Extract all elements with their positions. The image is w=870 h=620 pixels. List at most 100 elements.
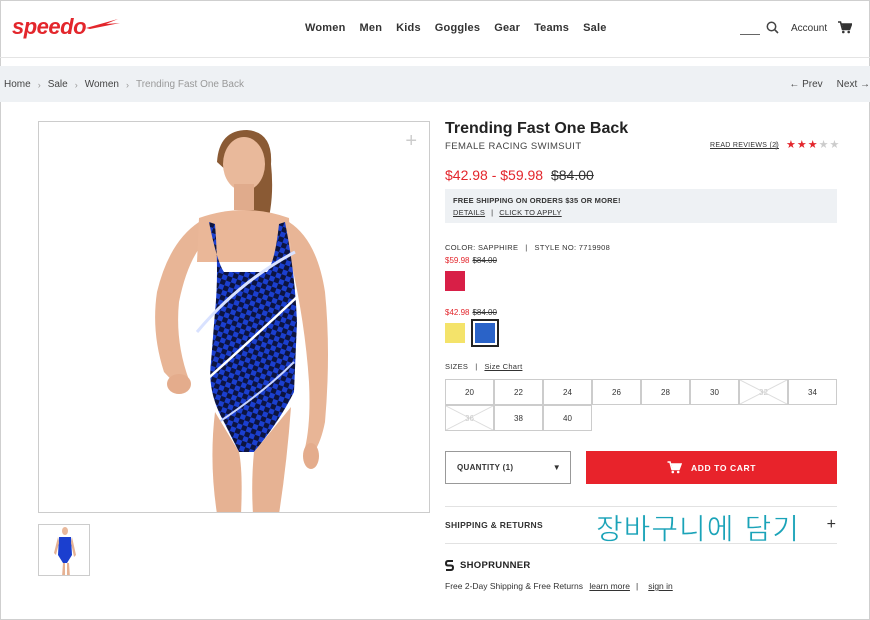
size-label: 28 bbox=[661, 387, 670, 397]
size-option-30[interactable]: 30 bbox=[690, 379, 739, 405]
size-option-32: 32 bbox=[739, 379, 788, 405]
account-link[interactable]: Account bbox=[791, 23, 827, 34]
speedo-logo[interactable]: speedo bbox=[12, 14, 87, 40]
swatch-yellow[interactable] bbox=[445, 323, 465, 343]
star-icon: ★ bbox=[796, 139, 808, 151]
chevron-right-icon: › bbox=[74, 79, 78, 90]
size-label: 20 bbox=[465, 387, 474, 397]
nav-item-kids[interactable]: Kids bbox=[396, 22, 421, 34]
site-header: speedo Women Men Kids Goggles Gear Teams… bbox=[0, 0, 870, 58]
chevron-right-icon: › bbox=[37, 79, 41, 90]
breadcrumb-home[interactable]: Home bbox=[4, 79, 31, 90]
arrow-right-icon: → bbox=[860, 79, 870, 90]
prev-link[interactable]: ← Prev bbox=[789, 79, 822, 90]
arrow-left-icon: ← bbox=[789, 79, 800, 90]
nav-item-goggles[interactable]: Goggles bbox=[435, 22, 480, 34]
sign-in-link[interactable]: sign in bbox=[648, 581, 673, 591]
add-to-cart-label: ADD TO CART bbox=[691, 462, 756, 473]
size-label: 24 bbox=[563, 387, 572, 397]
group-sale-price: $42.98 bbox=[445, 308, 470, 317]
shipping-banner-title: FREE SHIPPING ON ORDERS $35 OR MORE! bbox=[453, 196, 621, 205]
nav-item-women[interactable]: Women bbox=[305, 22, 346, 34]
size-label: 32 bbox=[759, 387, 768, 397]
size-option-22[interactable]: 22 bbox=[494, 379, 543, 405]
size-label: 30 bbox=[710, 387, 719, 397]
divider: | bbox=[775, 140, 778, 150]
main-nav: Women Men Kids Goggles Gear Teams Sale bbox=[305, 22, 607, 34]
nav-item-gear[interactable]: Gear bbox=[494, 22, 520, 34]
price-group-2: $42.98 $84.00 bbox=[445, 308, 497, 317]
product-title: Trending Fast One Back bbox=[445, 120, 629, 137]
add-to-cart-button[interactable]: ADD TO CART bbox=[586, 451, 837, 484]
learn-more-link[interactable]: learn more bbox=[589, 581, 630, 591]
prev-label: Prev bbox=[802, 79, 823, 90]
zoom-plus-icon[interactable]: + bbox=[405, 130, 417, 153]
search-input[interactable] bbox=[740, 34, 760, 35]
group-original-price: $84.00 bbox=[472, 256, 497, 265]
sizes-header: SIZES | Size Chart bbox=[445, 362, 523, 371]
shipping-returns-label: SHIPPING & RETURNS bbox=[445, 520, 543, 530]
star-empty-icon: ★ bbox=[829, 139, 841, 151]
sizes-label: SIZES bbox=[445, 362, 469, 371]
size-option-28[interactable]: 28 bbox=[641, 379, 690, 405]
nav-item-sale[interactable]: Sale bbox=[583, 22, 606, 34]
style-number: STYLE NO: 7719908 bbox=[534, 243, 611, 252]
cart-icon[interactable] bbox=[838, 21, 852, 34]
swatch-sapphire[interactable] bbox=[471, 319, 499, 347]
size-label: 38 bbox=[514, 413, 523, 423]
size-option-24[interactable]: 24 bbox=[543, 379, 592, 405]
size-option-26[interactable]: 26 bbox=[592, 379, 641, 405]
cart-icon bbox=[667, 461, 682, 474]
star-icon: ★ bbox=[786, 139, 797, 151]
size-label: 36 bbox=[465, 413, 474, 423]
shoprunner-logo: SHOPRUNNER bbox=[445, 560, 531, 571]
shoprunner-text: Free 2-Day Shipping & Free Returns bbox=[445, 581, 583, 591]
group-original-price: $84.00 bbox=[472, 308, 497, 317]
size-label: 26 bbox=[612, 387, 621, 397]
size-chart-link[interactable]: Size Chart bbox=[484, 362, 522, 371]
breadcrumb-current: Trending Fast One Back bbox=[135, 79, 244, 90]
price: $42.98 - $59.98 $84.00 bbox=[445, 167, 594, 183]
breadcrumb-sale[interactable]: Sale bbox=[48, 79, 68, 90]
free-shipping-banner: FREE SHIPPING ON ORDERS $35 OR MORE! DET… bbox=[445, 189, 837, 223]
swatch-red[interactable] bbox=[445, 271, 465, 291]
breadcrumb-bar: Home › Sale › Women › Trending Fast One … bbox=[0, 66, 870, 102]
original-price: $84.00 bbox=[550, 167, 594, 183]
swimsuit-model-image bbox=[155, 130, 328, 512]
expand-plus-icon[interactable]: + bbox=[827, 516, 836, 534]
size-option-34[interactable]: 34 bbox=[788, 379, 837, 405]
size-option-40[interactable]: 40 bbox=[543, 405, 592, 431]
nav-item-men[interactable]: Men bbox=[360, 22, 383, 34]
shoprunner-icon bbox=[445, 560, 454, 571]
breadcrumb-women[interactable]: Women bbox=[85, 79, 119, 90]
size-option-36: 36 bbox=[445, 405, 494, 431]
breadcrumb: Home › Sale › Women › Trending Fast One … bbox=[4, 79, 244, 90]
size-label: 40 bbox=[563, 413, 572, 423]
next-link[interactable]: Next → bbox=[837, 79, 870, 90]
rating-stars[interactable]: ★★★★★ bbox=[786, 138, 840, 151]
size-label: 22 bbox=[514, 387, 523, 397]
shoprunner-label: SHOPRUNNER bbox=[460, 560, 531, 571]
details-link[interactable]: DETAILS bbox=[453, 208, 485, 217]
overlay-caption: 장바구니에 담기 bbox=[596, 512, 800, 547]
product-main-image[interactable]: + bbox=[38, 121, 430, 513]
next-label: Next bbox=[836, 79, 858, 90]
group-sale-price: $59.98 bbox=[445, 256, 470, 265]
star-icon: ★ bbox=[807, 139, 819, 151]
size-label: 34 bbox=[808, 387, 817, 397]
logo-swoosh-icon bbox=[86, 19, 120, 29]
size-option-38[interactable]: 38 bbox=[494, 405, 543, 431]
size-option-20[interactable]: 20 bbox=[445, 379, 494, 405]
product-subtitle: FEMALE RACING SWIMSUIT bbox=[445, 141, 582, 152]
price-group-1: $59.98 $84.00 bbox=[445, 256, 497, 265]
quantity-select[interactable]: QUANTITY (1) ▼ bbox=[445, 451, 571, 484]
shipping-banner-links: DETAILS | CLICK TO APPLY bbox=[453, 208, 562, 217]
sale-price: $42.98 - $59.98 bbox=[445, 167, 544, 183]
read-reviews-link[interactable]: READ REVIEWS (2) bbox=[710, 142, 779, 149]
nav-item-teams[interactable]: Teams bbox=[534, 22, 569, 34]
shoprunner-info: Free 2-Day Shipping & Free Returns learn… bbox=[445, 581, 673, 591]
caret-down-icon: ▼ bbox=[552, 463, 561, 472]
click-to-apply-link[interactable]: CLICK TO APPLY bbox=[499, 208, 561, 217]
product-thumbnail[interactable] bbox=[38, 524, 90, 576]
search-icon[interactable] bbox=[766, 21, 779, 34]
